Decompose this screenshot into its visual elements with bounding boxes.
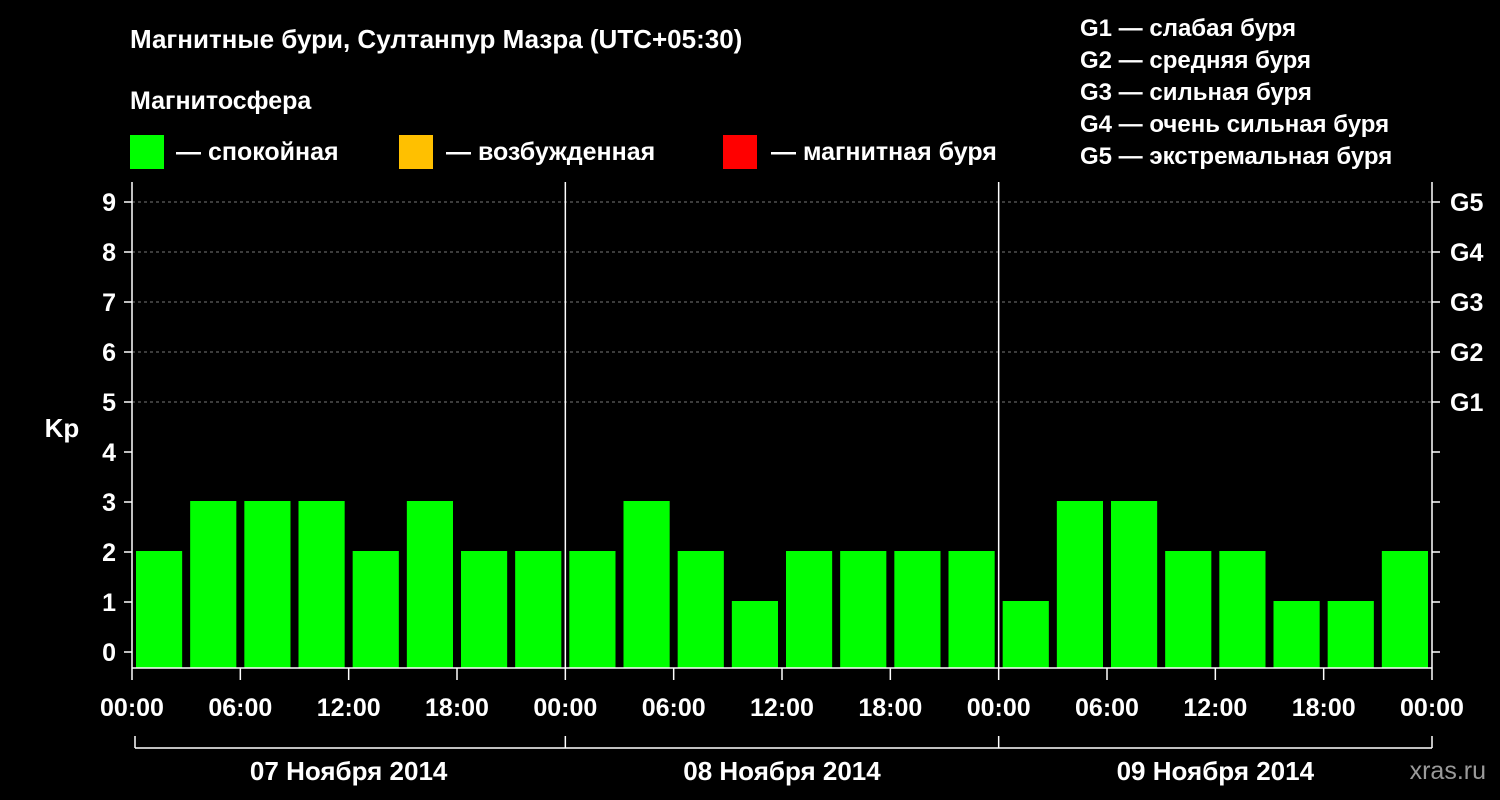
bar-4 [352,551,399,668]
y-tick-label-1: 1 [102,589,116,617]
bar-12 [786,551,833,668]
x-tick-label-5: 06:00 [642,694,706,722]
kp-bar-chart: 0 1 2 3 4 5 6 7 8 9 Kp G1 G2 G3 G4 G5 00:00 06:00 12:00 18:… [45,182,1483,786]
y-tick-label-3: 3 [102,489,116,517]
bar-3 [298,501,345,668]
y-tick-label-9: 9 [102,189,116,217]
bar-13 [840,551,887,668]
y-tick-label-0: 0 [102,639,116,667]
day-label-2: 09 Ноября 2014 [1117,756,1315,786]
x-tick-label-1: 06:00 [208,694,272,722]
y-tick-label-5: 5 [102,389,116,417]
bar-16 [1002,601,1049,668]
right-label-g3: G3 [1450,289,1483,317]
y-tick-label-6: 6 [102,339,116,367]
bar-7 [515,551,562,668]
x-tick-label-10: 12:00 [1183,694,1247,722]
y-tick-label-4: 4 [102,439,116,467]
right-label-g2: G2 [1450,339,1483,367]
x-tick-label-6: 12:00 [750,694,814,722]
bar-14 [894,551,941,668]
right-label-g5: G5 [1450,189,1483,217]
y-tick-label-8: 8 [102,239,116,267]
day-label-0: 07 Ноября 2014 [250,756,448,786]
y-axis-label: Kp [45,413,80,443]
x-tick-label-2: 12:00 [317,694,381,722]
y-tick-label-7: 7 [102,289,116,317]
x-tick-label-12: 00:00 [1400,694,1464,722]
x-tick-label-4: 00:00 [533,694,597,722]
bar-1 [190,501,237,668]
bar-5 [406,501,453,668]
x-tick-label-11: 18:00 [1292,694,1356,722]
x-tick-label-0: 00:00 [100,694,164,722]
bar-15 [948,551,995,668]
y-tick-label-2: 2 [102,539,116,567]
bar-9 [623,501,670,668]
bar-2 [244,501,291,668]
bar-10 [677,551,724,668]
bar-22 [1327,601,1374,668]
bar-20 [1219,551,1266,668]
right-label-g1: G1 [1450,389,1483,417]
bar-11 [731,601,778,668]
x-tick-label-9: 06:00 [1075,694,1139,722]
x-tick-label-3: 18:00 [425,694,489,722]
bar-19 [1165,551,1212,668]
bar-21 [1273,601,1320,668]
x-tick-label-7: 18:00 [858,694,922,722]
bar-23 [1381,551,1428,668]
x-tick-label-8: 00:00 [967,694,1031,722]
right-label-g4: G4 [1450,239,1483,267]
bar-8 [569,551,616,668]
bar-6 [461,551,508,668]
bar-18 [1111,501,1158,668]
day-label-1: 08 Ноября 2014 [683,756,881,786]
watermark: xras.ru [1409,757,1486,785]
bar-0 [136,551,183,668]
bar-17 [1056,501,1103,668]
